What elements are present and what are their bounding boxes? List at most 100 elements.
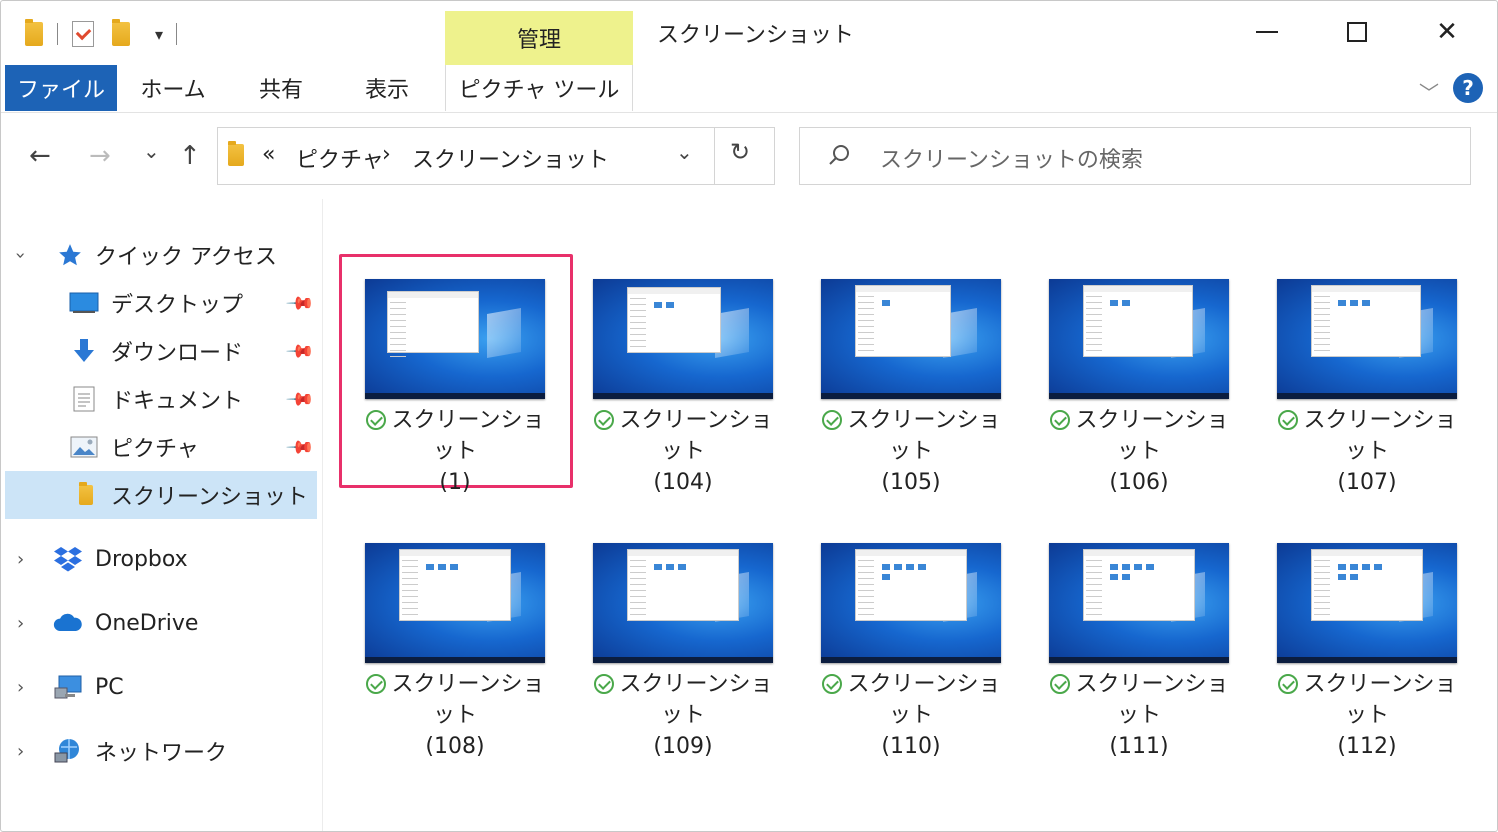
pin-icon[interactable]: 📌	[285, 336, 316, 367]
breadcrumb-pictures[interactable]: ピクチャ	[296, 142, 384, 174]
close-button[interactable]: ✕	[1417, 9, 1477, 55]
file-thumbnail	[593, 543, 773, 663]
file-tile[interactable]: スクリーンショット (109)	[583, 543, 783, 759]
file-name: スクリーンショット (1)	[355, 405, 555, 498]
breadcrumb-overflow[interactable]: «	[262, 142, 275, 167]
help-icon[interactable]: ?	[1453, 73, 1483, 103]
sync-status-check-icon	[365, 674, 386, 694]
download-icon	[69, 338, 99, 364]
file-name-text: スクリーンショット	[1303, 408, 1457, 464]
forward-arrow-icon[interactable]: →	[89, 141, 111, 171]
window-title: スクリーンショット	[657, 23, 854, 48]
back-arrow-icon[interactable]: ←	[29, 141, 51, 171]
address-bar[interactable]: « ピクチャ › スクリーンショット ⌄ ↻	[217, 127, 775, 185]
new-folder-icon[interactable]	[112, 19, 130, 49]
file-name: スクリーンショット (110)	[811, 669, 1011, 762]
search-box[interactable]: スクリーンショットの検索	[799, 127, 1471, 185]
toolbar-divider	[176, 23, 177, 45]
file-tile[interactable]: スクリーンショット (106)	[1039, 279, 1239, 495]
minimize-button[interactable]	[1237, 9, 1297, 55]
minimize-icon	[1256, 31, 1278, 33]
up-arrow-icon[interactable]: ↑	[179, 141, 201, 171]
tab-share[interactable]: 共有	[241, 65, 321, 111]
file-name-text: スクリーンショット	[391, 672, 545, 728]
sidebar-item-quick-access[interactable]: › クイック アクセス	[5, 231, 317, 279]
file-thumbnail	[821, 543, 1001, 663]
file-name-number: (108)	[425, 734, 485, 759]
onedrive-icon	[53, 610, 83, 636]
breadcrumb-screenshots[interactable]: スクリーンショット	[412, 142, 609, 174]
explorer-window-preview	[1311, 549, 1423, 621]
file-thumbnail	[1049, 543, 1229, 663]
network-icon	[53, 738, 83, 764]
file-name-text: スクリーンショット	[619, 672, 773, 728]
address-divider	[714, 128, 715, 184]
file-tile[interactable]: スクリーンショット (107)	[1267, 279, 1467, 495]
sidebar-item-desktop[interactable]: デスクトップ 📌	[5, 279, 317, 327]
sync-status-check-icon	[1277, 674, 1298, 694]
file-name-number: (1)	[439, 470, 471, 495]
file-tile[interactable]: スクリーンショット (112)	[1267, 543, 1467, 759]
file-tile[interactable]: スクリーンショット (1)	[355, 279, 555, 495]
pin-icon[interactable]: 📌	[285, 384, 316, 415]
title-bar: ▾ 管理 スクリーンショット ✕	[1, 1, 1497, 65]
file-name-number: (109)	[653, 734, 713, 759]
file-name-text: スクリーンショット	[391, 408, 545, 464]
sync-status-check-icon	[821, 410, 842, 430]
sidebar-item-dropbox[interactable]: › Dropbox	[5, 535, 317, 583]
navigation-bar: ← → ⌄ ↑ « ピクチャ › スクリーンショット ⌄ ↻ スクリーンショット…	[1, 113, 1497, 199]
address-dropdown-chevron-icon[interactable]: ⌄	[676, 140, 693, 164]
explorer-window-preview	[387, 291, 479, 362]
breadcrumb-separator[interactable]: ›	[382, 142, 391, 167]
sync-status-check-icon	[365, 410, 386, 430]
file-thumbnail	[1277, 543, 1457, 663]
chevron-right-icon[interactable]: ›	[17, 549, 24, 570]
customize-toolbar-chevron-icon[interactable]: ▾	[150, 19, 168, 49]
chevron-right-icon[interactable]: ›	[17, 677, 24, 698]
close-icon: ✕	[1436, 17, 1458, 47]
tab-home[interactable]: ホーム	[133, 65, 213, 111]
maximize-button[interactable]	[1327, 9, 1387, 55]
tab-manage[interactable]: 管理	[445, 11, 633, 65]
chevron-right-icon[interactable]: ›	[17, 613, 24, 634]
file-name: スクリーンショット (104)	[583, 405, 783, 498]
explorer-window-preview	[1083, 285, 1193, 357]
file-name-number: (107)	[1337, 470, 1397, 495]
file-tile[interactable]: スクリーンショット (111)	[1039, 543, 1239, 759]
explorer-window-preview	[1311, 285, 1421, 357]
sidebar-item-documents[interactable]: ドキュメント 📌	[5, 375, 317, 423]
expand-ribbon-icon[interactable]: ﹀	[1419, 77, 1439, 106]
sidebar-item-pc[interactable]: › PC	[5, 663, 317, 711]
file-name: スクリーンショット (111)	[1039, 669, 1239, 762]
documents-icon	[69, 386, 99, 412]
pin-icon[interactable]: 📌	[285, 432, 316, 463]
file-name-number: (112)	[1337, 734, 1397, 759]
sidebar-item-screenshots[interactable]: スクリーンショット	[5, 471, 317, 519]
file-tile[interactable]: スクリーンショット (105)	[811, 279, 1011, 495]
sidebar-item-network[interactable]: › ネットワーク	[5, 727, 317, 775]
properties-icon[interactable]	[72, 19, 94, 49]
pc-icon	[53, 674, 83, 700]
file-name: スクリーンショット (106)	[1039, 405, 1239, 498]
explorer-window-preview	[627, 549, 739, 621]
tab-view[interactable]: 表示	[345, 65, 429, 111]
sidebar-item-pictures[interactable]: ピクチャ 📌	[5, 423, 317, 471]
file-tile[interactable]: スクリーンショット (108)	[355, 543, 555, 759]
sidebar-item-onedrive[interactable]: › OneDrive	[5, 599, 317, 647]
tab-manage-label: 管理	[516, 28, 561, 53]
pin-icon[interactable]: 📌	[285, 288, 316, 319]
tab-file[interactable]: ファイル	[5, 65, 117, 111]
explorer-window-preview	[627, 287, 721, 358]
refresh-icon[interactable]: ↻	[730, 138, 750, 166]
file-name: スクリーンショット (112)	[1267, 669, 1467, 762]
file-thumbnail	[365, 543, 545, 663]
chevron-right-icon[interactable]: ›	[17, 741, 24, 762]
sidebar-item-downloads[interactable]: ダウンロード 📌	[5, 327, 317, 375]
folder-icon[interactable]	[25, 19, 43, 49]
file-tile[interactable]: スクリーンショット (104)	[583, 279, 783, 495]
recent-locations-chevron-icon[interactable]: ⌄	[143, 139, 160, 163]
tab-picture-tools[interactable]: ピクチャ ツール	[445, 65, 633, 111]
chevron-down-icon[interactable]: ›	[10, 251, 31, 258]
file-tile[interactable]: スクリーンショット (110)	[811, 543, 1011, 759]
sync-status-check-icon	[593, 410, 614, 430]
